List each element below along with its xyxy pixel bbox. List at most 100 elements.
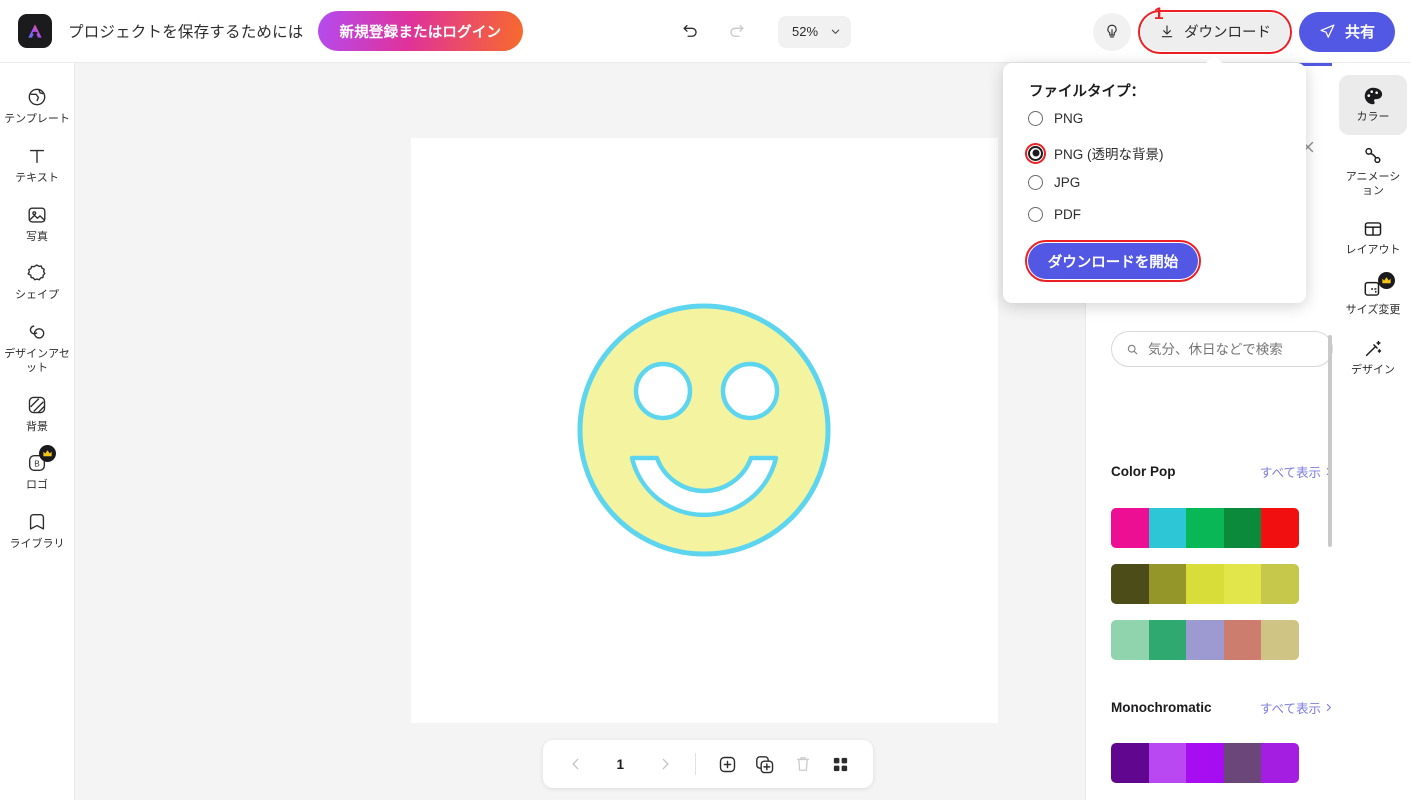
option-label: PDF — [1054, 207, 1081, 222]
delete-page-button[interactable] — [786, 746, 820, 782]
sidebar-item-label: ロゴ — [26, 479, 48, 492]
tab-animation[interactable]: アニメーション — [1339, 135, 1407, 209]
palette-color-chip[interactable] — [1223, 564, 1262, 604]
palette-color-chip[interactable] — [1111, 508, 1149, 548]
page-toolbar: 1 — [543, 740, 873, 788]
redo-icon[interactable] — [718, 14, 754, 50]
see-all-link-color-pop[interactable]: すべて表示 — [1260, 462, 1333, 481]
palette-color-chip[interactable] — [1186, 564, 1224, 604]
section-header-monochromatic: Monochromatic すべて表示 — [1111, 698, 1333, 717]
svg-text:B: B — [34, 460, 40, 469]
tab-design[interactable]: デザイン — [1339, 328, 1407, 388]
app-root: プロジェクトを保存するためには 新規登録またはログイン 52% ダウンロード 共… — [0, 0, 1411, 800]
palette-color-chip[interactable] — [1148, 620, 1187, 660]
panel-scrollbar[interactable] — [1328, 335, 1332, 547]
tab-color[interactable]: カラー — [1339, 75, 1407, 135]
top-bar: プロジェクトを保存するためには 新規登録またはログイン 52% ダウンロード 共… — [0, 0, 1411, 63]
canvas-history-tools: 52% — [672, 0, 852, 63]
sidebar-item-photos[interactable]: 写真 — [2, 195, 72, 254]
sidebar-item-logo[interactable]: B ロゴ — [2, 443, 72, 502]
radio-button[interactable] — [1025, 142, 1046, 164]
palette-color-chip[interactable] — [1148, 508, 1187, 548]
top-bar-actions: ダウンロード 共有 — [1092, 0, 1395, 63]
duplicate-page-button[interactable] — [748, 746, 782, 782]
design-asset-icon — [29, 325, 45, 339]
palette-swatch-row[interactable] — [1111, 564, 1299, 604]
palette-color-chip[interactable] — [1186, 508, 1224, 548]
add-page-button[interactable] — [710, 746, 744, 782]
sidebar-item-design-assets[interactable]: デザインアセット — [2, 312, 72, 385]
signup-or-login-button[interactable]: 新規登録またはログイン — [317, 11, 524, 51]
palette-color-chip[interactable] — [1148, 743, 1187, 783]
file-type-option-png[interactable]: PNG — [1028, 111, 1083, 126]
radio-button[interactable] — [1028, 207, 1043, 222]
smiley-face-artwork[interactable] — [411, 138, 998, 723]
right-sidebar: カラー アニメーション レイアウト サイズ変更 デザイン — [1335, 63, 1411, 800]
palette-swatch-row[interactable] — [1111, 508, 1299, 548]
sidebar-item-text[interactable]: テキスト — [2, 136, 72, 195]
zoom-level-value: 52% — [792, 24, 819, 39]
palette-color-chip[interactable] — [1261, 508, 1299, 548]
radio-button[interactable] — [1028, 175, 1043, 190]
section-header-color-pop: Color Pop すべて表示 — [1111, 462, 1333, 481]
next-page-button[interactable] — [648, 746, 682, 782]
see-all-link-monochromatic[interactable]: すべて表示 — [1260, 698, 1333, 717]
palette-color-chip[interactable] — [1148, 564, 1187, 604]
palette-color-chip[interactable] — [1261, 743, 1299, 783]
palette-color-chip[interactable] — [1261, 620, 1299, 660]
file-type-option-pdf[interactable]: PDF — [1028, 207, 1081, 222]
zoom-level-select[interactable]: 52% — [778, 15, 852, 48]
chevron-right-icon — [662, 758, 669, 770]
see-all-label: すべて表示 — [1259, 702, 1321, 716]
sidebar-item-label: 写真 — [26, 230, 48, 243]
palette-color-chip[interactable] — [1261, 564, 1299, 604]
undo-icon[interactable] — [672, 14, 708, 50]
palette-swatch-row[interactable] — [1111, 743, 1299, 783]
sidebar-item-label: シェイプ — [15, 289, 59, 302]
radio-button[interactable] — [1028, 111, 1043, 126]
prev-page-button[interactable] — [559, 746, 593, 782]
file-type-option-png-transparent[interactable]: PNG (透明な背景) — [1025, 142, 1164, 164]
current-page-number: 1 — [616, 756, 624, 772]
palette-color-chip[interactable] — [1223, 620, 1262, 660]
layout-icon — [1364, 222, 1382, 237]
magic-design-icon — [1365, 340, 1382, 356]
adobe-express-logo-icon[interactable] — [18, 14, 52, 48]
grid-view-icon — [833, 757, 847, 771]
chevron-left-icon — [572, 758, 579, 770]
option-label: PNG (透明な背景) — [1054, 147, 1164, 162]
tab-layout[interactable]: レイアウト — [1339, 208, 1407, 268]
tab-resize[interactable]: サイズ変更 — [1339, 268, 1407, 328]
tab-label: アニメーション — [1345, 170, 1401, 197]
search-icon — [1127, 344, 1138, 354]
canvas-workspace[interactable]: 1 — [75, 63, 1085, 800]
lightbulb-icon[interactable] — [1092, 12, 1131, 51]
palette-color-chip[interactable] — [1111, 564, 1149, 604]
color-search-input[interactable] — [1148, 341, 1318, 357]
palette-swatch-row[interactable] — [1111, 620, 1299, 660]
chevron-down-icon — [831, 29, 840, 34]
add-page-icon — [719, 756, 735, 772]
palette-color-chip[interactable] — [1223, 508, 1262, 548]
sidebar-item-shapes[interactable]: シェイプ — [2, 253, 72, 312]
chevron-right-icon — [1326, 703, 1331, 712]
grid-view-button[interactable] — [823, 746, 857, 782]
palette-color-chip[interactable] — [1111, 743, 1149, 783]
palette-color-chip[interactable] — [1111, 620, 1149, 660]
share-button[interactable]: 共有 — [1298, 11, 1395, 52]
share-button-label: 共有 — [1344, 24, 1375, 41]
file-type-option-jpg[interactable]: JPG — [1028, 175, 1080, 190]
color-search-box[interactable] — [1111, 331, 1333, 367]
sidebar-item-library[interactable]: ライブラリ — [2, 502, 72, 561]
start-download-button[interactable]: ダウンロードを開始 — [1025, 240, 1201, 282]
palette-color-chip[interactable] — [1223, 743, 1262, 783]
artboard[interactable] — [411, 138, 998, 723]
sidebar-item-templates[interactable]: テンプレート — [2, 77, 72, 136]
background-icon — [28, 396, 46, 413]
palette-color-chip[interactable] — [1186, 620, 1224, 660]
popover-arrow — [1205, 55, 1223, 64]
premium-crown-icon — [39, 445, 56, 463]
option-label: JPG — [1054, 175, 1081, 190]
palette-color-chip[interactable] — [1186, 743, 1224, 783]
sidebar-item-background[interactable]: 背景 — [2, 385, 72, 444]
